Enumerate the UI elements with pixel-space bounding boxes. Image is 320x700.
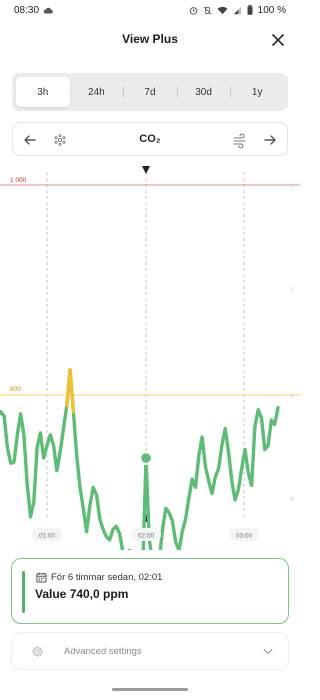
tab-30d[interactable]: 30d — [176, 77, 231, 107]
close-icon — [271, 33, 285, 47]
battery-percent: 100 % — [257, 4, 286, 16]
co2-chart[interactable]: 1 000 800 1 1 8 6 01:00 02:00 03:00 — [0, 160, 300, 550]
tab-24h[interactable]: 24h — [70, 77, 124, 107]
tab-7d[interactable]: 7d — [123, 77, 177, 107]
alarm-icon — [189, 6, 198, 15]
gear-icon — [31, 645, 44, 658]
vibrate-off-icon — [203, 6, 212, 15]
co2-line — [0, 368, 280, 550]
advanced-settings-label: Advanced settings — [64, 646, 142, 657]
chevron-down-icon — [263, 648, 273, 655]
time-range-tabs: 3h 24h 7d 30d 1y — [12, 73, 288, 111]
x-tick-0200: 02:00 — [138, 533, 155, 540]
signal-icon — [233, 6, 242, 15]
co2-line-warning-segment — [68, 368, 76, 414]
arrow-right-icon — [264, 135, 276, 145]
status-bar: 08:30 100 % — [0, 0, 300, 20]
wifi-icon — [217, 6, 228, 15]
next-sensor-button[interactable] — [261, 131, 279, 149]
advanced-settings-toggle[interactable]: Advanced settings — [11, 632, 289, 670]
page-title: View Plus — [122, 32, 178, 46]
battery-icon — [247, 5, 253, 15]
reading-value: Value 740,0 ppm — [35, 587, 129, 601]
right-edge-mark: 6 — [290, 497, 294, 503]
selected-point[interactable] — [141, 453, 151, 463]
tab-3h[interactable]: 3h — [16, 77, 70, 107]
tab-1y[interactable]: 1y — [230, 77, 284, 107]
right-edge-mark: 1 — [290, 287, 294, 293]
close-button[interactable] — [268, 30, 288, 50]
reading-time: För 6 timmar sedan, 02:01 — [36, 572, 162, 583]
reading-accent-bar — [22, 571, 25, 613]
header: View Plus — [0, 28, 300, 54]
status-time: 08:30 — [14, 4, 40, 16]
cursor-top-marker — [142, 166, 150, 174]
x-tick-0300: 03:00 — [236, 533, 253, 540]
airflow-icon — [231, 131, 249, 149]
threshold-label-high: 1 000 — [10, 177, 27, 184]
co2-line-series — [0, 368, 280, 550]
threshold-label-low: 800 — [10, 386, 21, 393]
sensor-selector: CO₂ — [12, 122, 288, 156]
calendar-icon — [36, 572, 47, 583]
cloud-icon — [43, 7, 53, 14]
reading-time-text: För 6 timmar sedan, 02:01 — [51, 572, 163, 583]
x-tick-0100: 01:00 — [39, 533, 56, 540]
home-indicator — [112, 688, 188, 691]
selected-reading-card[interactable]: För 6 timmar sedan, 02:01 Value 740,0 pp… — [11, 558, 289, 624]
